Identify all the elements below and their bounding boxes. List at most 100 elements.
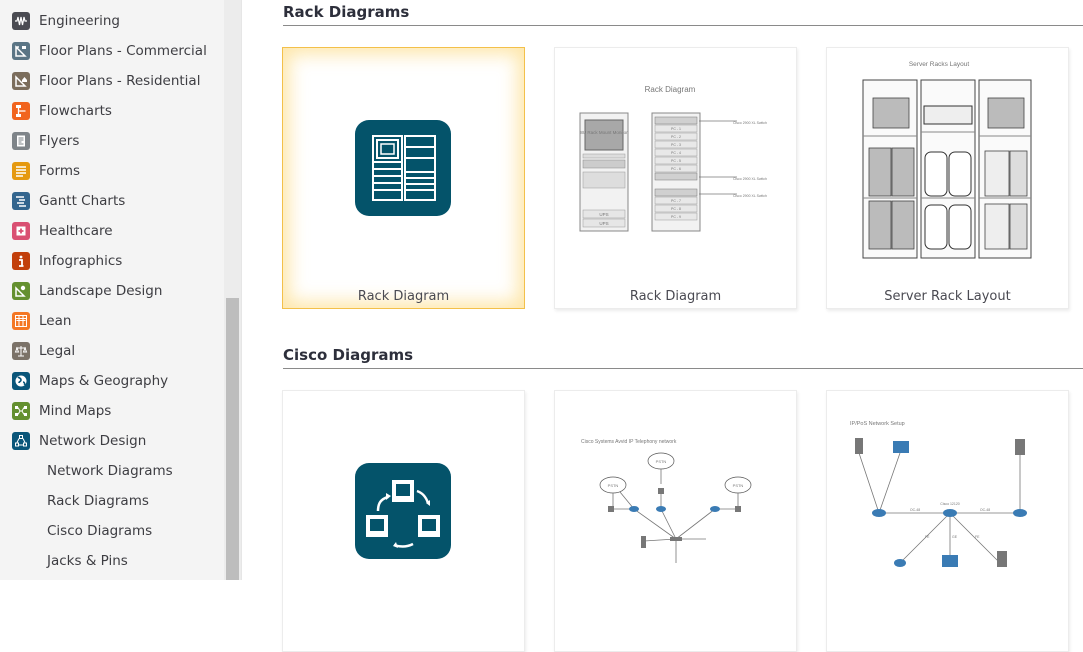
- sidebar-item-legal[interactable]: Legal: [0, 336, 75, 366]
- rack-pc-label: PC - 7: [671, 199, 681, 203]
- scales-icon: [12, 342, 30, 360]
- info-icon: [12, 252, 30, 270]
- sidebar-item-label: Legal: [39, 343, 76, 359]
- template-card-server-rack-layout[interactable]: Server Racks Layout Server Rack Layout: [826, 47, 1069, 309]
- sidebar-item-engineering[interactable]: Engineering: [0, 6, 120, 36]
- sidebar-item-label: Flyers: [39, 133, 80, 149]
- link-label: GE: [952, 535, 958, 539]
- card-label: Rack Diagram: [629, 289, 722, 304]
- card-label: Server Rack Layout: [884, 289, 1011, 304]
- template-card-blank-rack-diagram[interactable]: Rack Diagram: [282, 47, 525, 309]
- sidebar-item-forms[interactable]: Forms: [0, 156, 80, 186]
- section-title-cisco-diagrams: Cisco Diagrams: [283, 346, 414, 364]
- sidebar-item-label: Engineering: [39, 13, 120, 29]
- sidebar-item-floor-plans-commercial[interactable]: Floor Plans - Commercial: [0, 36, 207, 66]
- sidebar-item-label: Floor Plans - Commercial: [39, 43, 207, 59]
- gantt-icon: [12, 192, 30, 210]
- rack-diagram-template-icon: [355, 120, 451, 216]
- network-icon: [12, 432, 30, 450]
- rack-pc-label: PC - 4: [671, 151, 681, 155]
- sidebar-subitem-cisco-diagrams[interactable]: Cisco Diagrams: [47, 516, 152, 546]
- sidebar-item-label: Floor Plans - Residential: [39, 73, 201, 89]
- form-icon: [12, 162, 30, 180]
- cloud-label: PSTN: [656, 459, 667, 464]
- sidebar-item-label: Mind Maps: [39, 403, 112, 419]
- sidebar-subitem-jacks-pins[interactable]: Jacks & Pins: [47, 546, 128, 576]
- sidebar-item-label: Gantt Charts: [39, 193, 126, 209]
- sidebar-item-label: Flowcharts: [39, 103, 112, 119]
- sidebar-item-lean[interactable]: Lean: [0, 306, 71, 336]
- rack-pc-label: PC - 9: [671, 215, 681, 219]
- cisco-telephony-preview: Cisco Systems Avvid IP Telephony network…: [581, 439, 752, 563]
- preview-ups-label: UPS: [599, 221, 608, 226]
- cloud-label: PSTN: [733, 483, 744, 488]
- rack-pc-label: PC - 6: [671, 167, 681, 171]
- cloud-label: PSTN: [608, 483, 619, 488]
- rack-diagram-preview: Rack Diagram 8U Rack Mount Monitor UPS U…: [579, 85, 767, 232]
- sidebar-item-label: Lean: [39, 313, 72, 329]
- sidebar-item-label: Network Design: [39, 433, 147, 449]
- preview-switch-label: Cisco 2900 XL Switch: [733, 194, 767, 198]
- mind-map-icon: [12, 402, 30, 420]
- sidebar-item-mind-maps[interactable]: Mind Maps: [0, 396, 111, 426]
- sidebar-item-network-design[interactable]: Network Design: [0, 426, 146, 456]
- link-label: FE: [975, 535, 980, 539]
- link-label: OC-48: [980, 508, 990, 512]
- rack-switch: [654, 116, 698, 125]
- preview-switch-label: Cisco 2900 XL Switch: [733, 177, 767, 181]
- engineering-icon: [12, 12, 30, 30]
- preview-ups-label: UPS: [599, 212, 608, 217]
- floor-plan-commercial-icon: [12, 42, 30, 60]
- sidebar-scrollbar-thumb[interactable]: [226, 298, 239, 580]
- section-divider: [283, 25, 1083, 26]
- flyer-icon: [12, 132, 30, 150]
- sidebar-item-infographics[interactable]: Infographics: [0, 246, 122, 276]
- floor-plan-residential-icon: [12, 72, 30, 90]
- sidebar-item-label: Maps & Geography: [39, 373, 169, 389]
- template-card-cisco-ip-telephony[interactable]: Cisco Systems Avvid IP Telephony network…: [554, 390, 797, 652]
- card-label: Rack Diagram: [357, 289, 450, 304]
- sidebar-item-flowcharts[interactable]: Flowcharts: [0, 96, 112, 126]
- section-title-rack-diagrams: Rack Diagrams: [283, 3, 410, 21]
- sidebar-subitem-network-diagrams[interactable]: Network Diagrams: [47, 456, 173, 486]
- template-card-blank-cisco-diagram[interactable]: [282, 390, 525, 652]
- router-label: Cisco 12120: [940, 502, 960, 506]
- rack-pc-label: PC - 1: [671, 127, 681, 131]
- landscape-icon: [12, 282, 30, 300]
- sidebar-item-flyers[interactable]: Flyers: [0, 126, 79, 156]
- ip-pos-network-preview: IP/PoS Network Setup Cisco 12120 OC-48 O…: [850, 421, 1027, 567]
- preview-title: Rack Diagram: [645, 85, 696, 94]
- flowchart-icon: [12, 102, 30, 120]
- preview-title: Cisco Systems Avvid IP Telephony network: [581, 439, 677, 445]
- template-category-sidebar: Engineering Floor Plans - Commercial Flo…: [0, 0, 242, 580]
- sidebar-subitem-rack-diagrams[interactable]: Rack Diagrams: [47, 486, 149, 516]
- server-rack-layout-preview: Server Racks Layout: [862, 61, 1032, 259]
- preview-switch-label: Cisco 2900 XL Switch: [733, 121, 767, 125]
- rack-switch: [654, 172, 698, 181]
- section-divider: [283, 368, 1083, 369]
- healthcare-icon: [12, 222, 30, 240]
- globe-icon: [12, 372, 30, 390]
- lean-icon: [12, 312, 30, 330]
- rack-switch: [654, 188, 698, 197]
- sidebar-item-landscape-design[interactable]: Landscape Design: [0, 276, 162, 306]
- preview-title: IP/PoS Network Setup: [850, 421, 905, 427]
- link-label: FE: [925, 535, 930, 539]
- template-card-rack-diagram-example[interactable]: Rack Diagram 8U Rack Mount Monitor UPS U…: [554, 47, 797, 309]
- template-card-ip-pos-network[interactable]: IP/PoS Network Setup Cisco 12120 OC-48 O…: [826, 390, 1069, 652]
- rack-pc-label: PC - 5: [671, 159, 681, 163]
- link-label: OC-48: [910, 508, 920, 512]
- cisco-diagram-template-icon: [355, 463, 451, 559]
- sidebar-item-healthcare[interactable]: Healthcare: [0, 216, 113, 246]
- rack-pc-label: PC - 8: [671, 207, 681, 211]
- sidebar-item-floor-plans-residential[interactable]: Floor Plans - Residential: [0, 66, 200, 96]
- sidebar-item-label: Infographics: [39, 253, 123, 269]
- rack-pc-label: PC - 3: [671, 143, 681, 147]
- sidebar-item-label: Landscape Design: [39, 283, 163, 299]
- sidebar-item-maps-geography[interactable]: Maps & Geography: [0, 366, 168, 396]
- sidebar-item-gantt-charts[interactable]: Gantt Charts: [0, 186, 125, 216]
- preview-title: Server Racks Layout: [909, 61, 970, 68]
- preview-monitor-label: 8U Rack Mount Monitor: [580, 130, 628, 135]
- rack-pc-label: PC - 2: [671, 135, 681, 139]
- sidebar-item-label: Healthcare: [39, 223, 113, 239]
